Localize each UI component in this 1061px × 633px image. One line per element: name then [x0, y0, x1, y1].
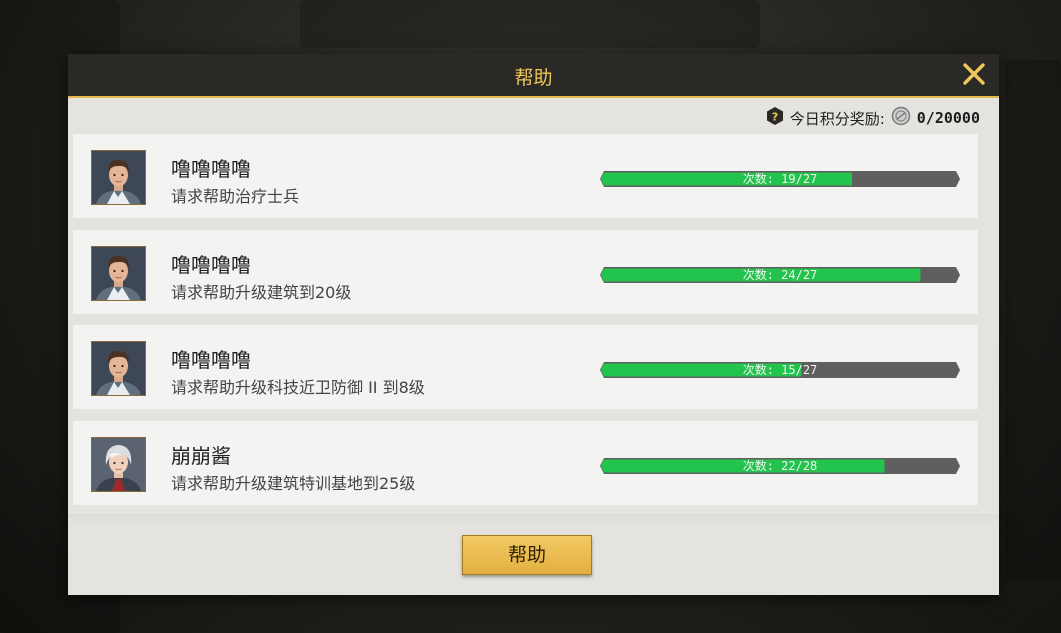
- background-panel: [300, 0, 760, 48]
- help-count-progress-bar: 次数: 24/27: [600, 266, 960, 283]
- help-request-row[interactable]: 崩崩酱 请求帮助升级建筑特训基地到25级 次数: 22/28: [73, 420, 978, 505]
- player-avatar: [91, 245, 146, 301]
- points-coin-icon: [891, 106, 911, 130]
- silver-hair-avatar: [91, 436, 146, 492]
- player-avatar: [91, 341, 146, 396]
- list-scroll-fade: [68, 514, 999, 524]
- player-name: 崩崩酱: [171, 443, 231, 468]
- help-count-label: 次数: 22/28: [742, 458, 818, 473]
- player-name: 噜噜噜噜: [171, 348, 251, 372]
- request-description: 请求帮助升级建筑到20级: [171, 282, 352, 302]
- help-count-label: 次数: 15/27: [742, 363, 818, 377]
- player-avatar: [91, 150, 146, 205]
- help-dialog: 帮助 ? 今日积分奖励: 0/20000 噜噜噜噜 请求帮助治疗士兵 次数: 1…: [68, 54, 999, 595]
- daily-reward-label: 今日积分奖励:: [789, 109, 885, 128]
- close-icon[interactable]: [961, 61, 987, 87]
- request-description: 请求帮助升级建筑特训基地到25级: [171, 473, 416, 493]
- help-count-label: 次数: 24/27: [742, 267, 818, 282]
- dialog-titlebar: 帮助: [68, 54, 999, 98]
- help-count-label: 次数: 19/27: [742, 172, 818, 186]
- info-icon[interactable]: ?: [766, 106, 784, 130]
- help-count-progress-bar: 次数: 19/27: [600, 171, 960, 187]
- background-panel: [1005, 60, 1061, 580]
- dialog-title: 帮助: [514, 67, 553, 89]
- help-request-row[interactable]: 噜噜噜噜 请求帮助升级科技近卫防御 II 到8级 次数: 15/27: [73, 325, 978, 409]
- svg-text:?: ?: [772, 111, 778, 124]
- help-button[interactable]: 帮助: [462, 535, 592, 575]
- player-name: 噜噜噜噜: [171, 252, 251, 277]
- help-count-progress-bar: 次数: 22/28: [600, 457, 960, 474]
- request-description: 请求帮助升级科技近卫防御 II 到8级: [171, 378, 425, 397]
- daily-reward-value: 0/20000: [916, 109, 980, 127]
- help-count-progress-bar: 次数: 15/27: [600, 362, 960, 378]
- help-request-row[interactable]: 噜噜噜噜 请求帮助升级建筑到20级 次数: 24/27: [73, 229, 978, 314]
- request-description: 请求帮助治疗士兵: [171, 187, 300, 206]
- player-name: 噜噜噜噜: [171, 157, 251, 181]
- help-request-row[interactable]: 噜噜噜噜 请求帮助治疗士兵 次数: 19/27: [73, 134, 978, 218]
- daily-reward: ? 今日积分奖励: 0/20000: [766, 106, 980, 130]
